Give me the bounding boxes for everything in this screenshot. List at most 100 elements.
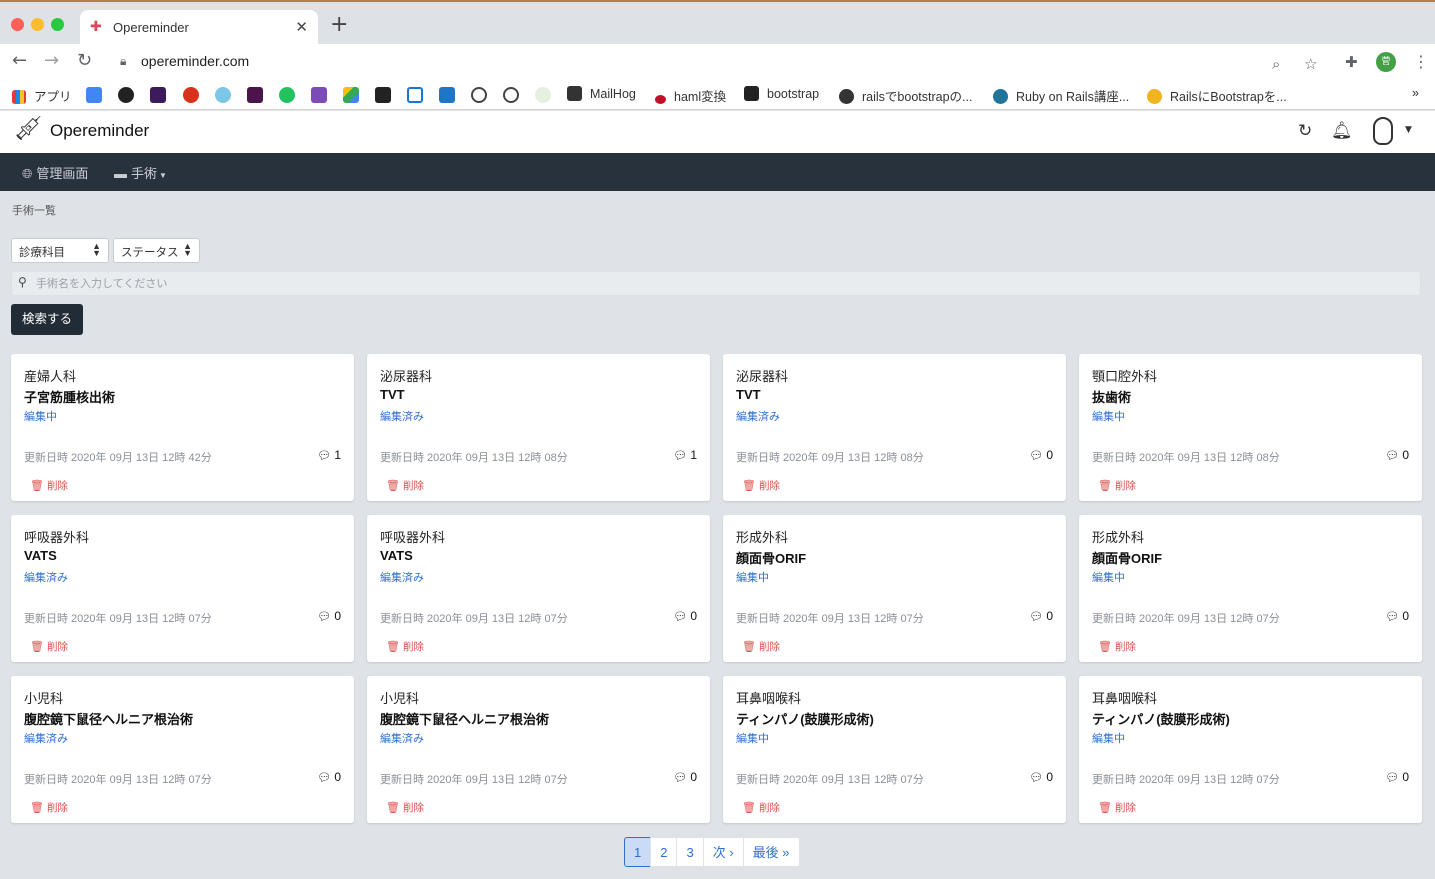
forward-icon[interactable]: →	[44, 50, 59, 71]
red-circle-icon[interactable]	[183, 87, 199, 103]
search-input[interactable]	[36, 274, 1406, 294]
trash-icon: 🗑︎	[1098, 641, 1112, 653]
bookmark-mailhog[interactable]: MailHog	[567, 86, 636, 101]
translate-icon[interactable]	[86, 87, 102, 103]
next-page-link[interactable]: 次 ›	[702, 837, 744, 867]
zoom-icon[interactable]: ⌕	[1272, 55, 1280, 73]
card-delete-button[interactable]: 🗑︎ 削除	[742, 800, 780, 815]
bookmark-ruby-rails[interactable]: Ruby on Rails講座...	[993, 86, 1129, 105]
card-surgery-name[interactable]: ティンパノ(鼓膜形成術)	[736, 709, 874, 728]
card-surgery-name[interactable]: TVT	[380, 387, 405, 402]
minimize-window-button[interactable]	[31, 18, 44, 31]
bookmarks-more-button[interactable]: »	[1412, 86, 1419, 100]
new-tab-button[interactable]: +	[330, 14, 348, 36]
page-2-link[interactable]: 2	[650, 837, 678, 867]
trash-icon: 🗑︎	[742, 802, 756, 814]
card-delete-button[interactable]: 🗑︎ 削除	[30, 639, 68, 654]
bell-icon[interactable]: 🔔︎	[1331, 121, 1353, 141]
card-delete-button[interactable]: 🗑︎ 削除	[386, 800, 424, 815]
surgery-card[interactable]: 呼吸器外科 VATS 編集済み 更新日時 2020年 09月 13日 12時 07分 💬…	[11, 515, 354, 662]
address-bar[interactable]: 🔒︎ opereminder.com ⌕ ☆	[108, 48, 1338, 76]
surgery-card[interactable]: 小児科 腹腔鏡下鼠径ヘルニア根治術 編集済み 更新日時 2020年 09月 13日 1…	[367, 676, 710, 823]
surgery-card[interactable]: 呼吸器外科 VATS 編集済み 更新日時 2020年 09月 13日 12時 07分 💬…	[367, 515, 710, 662]
circle-app-icon-2[interactable]	[503, 87, 519, 103]
card-surgery-name[interactable]: 腹腔鏡下鼠径ヘルニア根治術	[24, 709, 193, 728]
circle-app-icon[interactable]	[471, 87, 487, 103]
status-select[interactable]: ステータス ▲ ▼	[113, 238, 200, 263]
card-surgery-name[interactable]: ティンパノ(鼓膜形成術)	[1092, 709, 1230, 728]
card-surgery-name[interactable]: VATS	[24, 548, 57, 563]
card-department: 泌尿器科	[380, 369, 433, 384]
user-avatar-icon[interactable]	[1373, 117, 1393, 145]
search-button[interactable]: 検索する	[11, 304, 83, 335]
p-app-icon[interactable]	[150, 87, 166, 103]
bookmark-rails-bootstrap[interactable]: railsでbootstrapの...	[839, 86, 972, 105]
syringe-logo-icon[interactable]: 💉︎	[12, 114, 45, 144]
profile-avatar[interactable]: 菅	[1376, 52, 1396, 72]
bookmark-apps[interactable]: アプリ	[12, 86, 72, 105]
card-delete-button[interactable]: 🗑︎ 削除	[30, 478, 68, 493]
bookmark-rails-bootstrap2[interactable]: RailsにBootstrapを...	[1147, 86, 1287, 105]
trash-icon: 🗑︎	[1098, 480, 1112, 492]
google-drive-icon[interactable]	[343, 87, 359, 103]
card-surgery-name[interactable]: VATS	[380, 548, 413, 563]
surgery-card[interactable]: 形成外科 顔面骨ORIF 編集中 更新日時 2020年 09月 13日 12時 07分…	[723, 515, 1066, 662]
trash-icon: 🗑︎	[1098, 802, 1112, 814]
blue-circle-icon[interactable]	[215, 87, 231, 103]
card-surgery-name[interactable]: 抜歯術	[1092, 387, 1131, 406]
department-select[interactable]: 診療科目 ▲ ▼	[11, 238, 109, 263]
reload-icon[interactable]: ↻	[77, 50, 92, 71]
card-surgery-name[interactable]: 顔面骨ORIF	[736, 548, 806, 567]
arrow-app-icon[interactable]	[407, 87, 423, 103]
card-surgery-name[interactable]: TVT	[736, 387, 761, 402]
card-delete-button[interactable]: 🗑︎ 削除	[386, 639, 424, 654]
browser-tab[interactable]: ✚ Operemind‌er ✕	[80, 10, 318, 46]
card-surgery-name[interactable]: 腹腔鏡下鼠径ヘルニア根治術	[380, 709, 549, 728]
a-app-icon[interactable]	[375, 87, 391, 103]
chevron-down-icon[interactable]: ▼	[1405, 125, 1412, 135]
c-app-icon[interactable]	[535, 87, 551, 103]
close-window-button[interactable]	[11, 18, 24, 31]
page-1-link[interactable]: 1	[624, 837, 652, 867]
surgery-card[interactable]: 顎口腔外科 抜歯術 編集中 更新日時 2020年 09月 13日 12時 08分 💬︎ 0…	[1079, 354, 1422, 501]
bookmark-star-icon[interactable]: ☆	[1304, 55, 1317, 73]
card-delete-button[interactable]: 🗑︎ 削除	[1098, 800, 1136, 815]
card-delete-button[interactable]: 🗑︎ 削除	[30, 800, 68, 815]
card-delete-button[interactable]: 🗑︎ 削除	[742, 478, 780, 493]
surgery-card[interactable]: 泌尿器科 TVT 編集済み 更新日時 2020年 09月 13日 12時 08分 💬︎ 0…	[723, 354, 1066, 501]
card-comment-count: 💬︎ 0	[673, 770, 697, 784]
card-delete-button[interactable]: 🗑︎ 削除	[1098, 478, 1136, 493]
page-3-link[interactable]: 3	[676, 837, 704, 867]
maximize-window-button[interactable]	[51, 18, 64, 31]
bookmark-haml[interactable]: haml変換	[655, 86, 726, 105]
bookmark-bootstrap[interactable]: bootstrap	[744, 86, 819, 101]
window-app-icon[interactable]	[439, 87, 455, 103]
card-status-badge: 編集済み	[380, 411, 424, 423]
close-icon[interactable]: ✕	[295, 18, 308, 36]
surgery-card[interactable]: 形成外科 顔面骨ORIF 編集中 更新日時 2020年 09月 13日 12時 07分…	[1079, 515, 1422, 662]
nav-surgery-dropdown[interactable]: ▬ 手術 ▼	[114, 163, 167, 182]
back-icon[interactable]: ←	[12, 50, 27, 71]
comment-icon: 💬︎	[673, 450, 688, 462]
green-circle-icon[interactable]	[279, 87, 295, 103]
surgery-card[interactable]: 耳鼻咽喉科 ティンパノ(鼓膜形成術) 編集中 更新日時 2020年 09月 13日 1…	[723, 676, 1066, 823]
card-delete-button[interactable]: 🗑︎ 削除	[386, 478, 424, 493]
last-page-link[interactable]: 最後 »	[742, 837, 800, 867]
trash-icon: 🗑︎	[742, 641, 756, 653]
extensions-puzzle-icon[interactable]: ✚	[1345, 53, 1358, 71]
surgery-card[interactable]: 産婦人科 子宮筋腫核出術 編集中 更新日時 2020年 09月 13日 12時 42分…	[11, 354, 354, 501]
nav-admin[interactable]: 🌐︎ 管理画面	[22, 163, 88, 182]
card-delete-button[interactable]: 🗑︎ 削除	[1098, 639, 1136, 654]
card-delete-button[interactable]: 🗑︎ 削除	[742, 639, 780, 654]
refresh-icon[interactable]: ↻	[1298, 121, 1312, 141]
app-title[interactable]: Opereminder	[50, 121, 149, 141]
surgery-card[interactable]: 泌尿器科 TVT 編集済み 更新日時 2020年 09月 13日 12時 08分 💬︎ 1…	[367, 354, 710, 501]
surgery-card[interactable]: 小児科 腹腔鏡下鼠径ヘルニア根治術 編集済み 更新日時 2020年 09月 13日 1…	[11, 676, 354, 823]
github-icon[interactable]	[118, 87, 134, 103]
card-surgery-name[interactable]: 顔面骨ORIF	[1092, 548, 1162, 567]
surgery-card[interactable]: 耳鼻咽喉科 ティンパノ(鼓膜形成術) 編集中 更新日時 2020年 09月 13日 1…	[1079, 676, 1422, 823]
more-menu-icon[interactable]: ⋮	[1413, 52, 1429, 71]
slack-icon[interactable]	[247, 87, 263, 103]
h-app-icon[interactable]	[311, 87, 327, 103]
card-surgery-name[interactable]: 子宮筋腫核出術	[24, 387, 115, 406]
